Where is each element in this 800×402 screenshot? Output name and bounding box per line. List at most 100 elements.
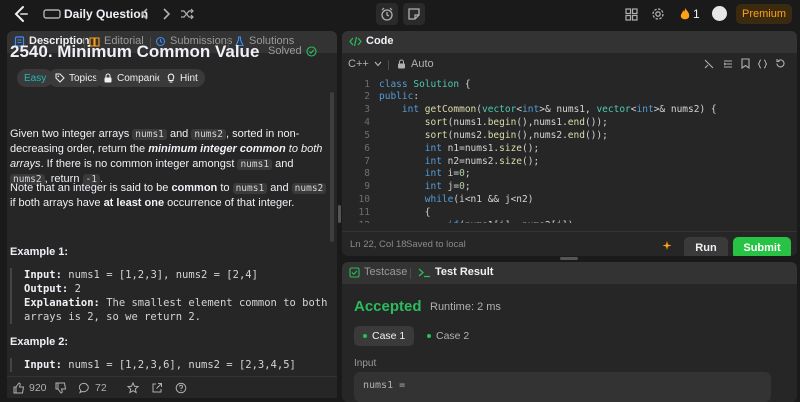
code-line-6: int n1=nums1.size(); (424, 143, 540, 154)
code-line-5: sort(nums2.begin(),nums2.end()); (424, 130, 608, 141)
hint-button[interactable]: Hint (159, 69, 205, 87)
case-1-label: Case 1 (372, 330, 406, 342)
input-label: Input (354, 358, 377, 369)
editor-toolbar: C++ Auto (342, 53, 797, 73)
comments-button[interactable]: 72 (79, 382, 107, 394)
code-brackets-icon (349, 36, 362, 46)
code-line-3: int getCommon(vector<int>& nums1, vector… (401, 104, 717, 115)
lightbulb-icon (167, 73, 175, 83)
user-avatar[interactable] (712, 6, 727, 21)
problem-title[interactable]: 2540. Minimum Common Value (10, 42, 259, 62)
case-1-tab[interactable]: Case 1 (354, 326, 415, 346)
input-value: nums1 = (363, 380, 406, 391)
code-line-11: { (379, 207, 431, 218)
streak-count: 1 (693, 7, 700, 21)
shuffle-icon[interactable] (178, 5, 196, 23)
input-value-box: nums1 = (354, 372, 771, 402)
code-line-12: if(nums1[i]==nums2[j]) (379, 220, 574, 223)
code-line-10: while(i<n1 && j<n2) (424, 194, 534, 205)
ai-assist-icon[interactable] (661, 240, 673, 255)
submit-button[interactable]: Submit (733, 237, 791, 256)
reset-icon[interactable] (775, 58, 786, 72)
checkbox-icon (349, 266, 360, 278)
tag-icon (55, 73, 65, 83)
layout-grid-icon[interactable] (622, 5, 640, 23)
share-button[interactable] (151, 382, 163, 394)
share-icon (152, 383, 162, 393)
braces-icon[interactable] (757, 58, 768, 72)
code-line-1: class Solution { (379, 79, 471, 90)
code-panel: Code C++ Auto 1 2 3 4 5 6 7 8 9 10 11 12… (342, 31, 797, 256)
pass-dot-icon (363, 334, 367, 338)
tab-test-result-label: Test Result (435, 266, 494, 278)
indent-icon[interactable] (723, 58, 733, 72)
language-select[interactable]: C++ (348, 58, 382, 70)
example-1-block: Input: nums1 = [1,2,3], nums2 = [2,4] Ou… (10, 268, 328, 324)
streak-fire-icon[interactable] (676, 5, 694, 23)
panel-resize-handle-vertical[interactable] (338, 205, 341, 223)
tab-code-label: Code (366, 35, 394, 47)
question-icon (175, 382, 187, 394)
solved-label: Solved (268, 45, 302, 57)
panel-resize-handle-horizontal[interactable] (560, 257, 578, 260)
comment-count: 72 (95, 382, 107, 394)
code-line-2: public: (379, 91, 420, 102)
run-button[interactable]: Run (684, 237, 728, 256)
code-tabbar: Code (342, 31, 797, 53)
code-line-9: int j=0; (424, 181, 471, 192)
lock-icon (398, 59, 405, 69)
comment-icon (79, 382, 89, 394)
notes-icon[interactable] (403, 3, 425, 25)
chevron-down-icon (374, 61, 382, 67)
code-line-7: int n2=nums2.size(); (424, 156, 540, 167)
problem-note: Note that an integer is said to be commo… (10, 181, 328, 211)
verdict-text: Accepted (354, 298, 422, 315)
help-button[interactable] (175, 382, 187, 394)
example-2-title: Example 2: (10, 336, 69, 348)
example-1-title: Example 1: (10, 246, 69, 258)
pass-dot-icon (427, 334, 431, 338)
star-icon (127, 382, 139, 394)
code-line-8: int i=0; (424, 168, 471, 179)
lock-icon (104, 73, 112, 83)
check-circle-icon (306, 45, 317, 57)
cursor-position: Ln 22, Col 18 (350, 239, 407, 250)
topics-label: Topics (69, 72, 98, 84)
leetcode-logo-icon[interactable] (12, 5, 30, 23)
code-line-4: sort(nums1.begin(),nums1.end()); (424, 117, 608, 128)
tab-test-result[interactable]: Test Result (418, 266, 493, 278)
solved-status: Solved (268, 45, 317, 57)
like-button[interactable]: 920 (13, 382, 47, 394)
language-label: C++ (348, 58, 369, 70)
mode-label: Auto (411, 58, 434, 70)
premium-button[interactable]: Premium (736, 4, 792, 24)
hint-label: Hint (180, 72, 198, 84)
case-2-label: Case 2 (436, 330, 470, 342)
terminal-icon (418, 268, 430, 277)
next-problem-icon[interactable] (157, 5, 175, 23)
prev-problem-icon[interactable] (136, 5, 154, 23)
thumbs-up-icon (13, 382, 25, 394)
case-2-tab[interactable]: Case 2 (418, 326, 478, 346)
format-icon[interactable] (704, 58, 714, 72)
example-2-block: Input: nums1 = [1,2,3,6], nums2 = [2,3,4… (10, 358, 328, 372)
result-panel: Testcase Test Result Accepted Runtime: 2… (342, 262, 797, 402)
thumbs-down-icon (55, 382, 67, 394)
code-editor[interactable]: 1 2 3 4 5 6 7 8 9 10 11 12 class Solutio… (342, 77, 797, 223)
timer-icon[interactable] (376, 3, 398, 25)
bookmark-icon[interactable] (741, 58, 750, 72)
dislike-button[interactable] (55, 382, 67, 394)
problem-statement: Given two integer arrays nums1 and nums2… (10, 128, 323, 185)
autocomplete-mode[interactable]: Auto (397, 58, 434, 70)
description-footer: 920 72 (7, 376, 337, 398)
save-status: Saved to local (406, 239, 466, 250)
tab-code[interactable]: Code (349, 35, 394, 47)
result-tabbar: Testcase Test Result (342, 262, 797, 284)
settings-gear-icon[interactable] (649, 5, 667, 23)
tab-testcase[interactable]: Testcase (349, 266, 407, 278)
like-count: 920 (29, 382, 47, 394)
favorite-button[interactable] (127, 382, 139, 394)
description-scrollbar[interactable] (330, 92, 334, 242)
tab-testcase-label: Testcase (364, 266, 408, 278)
problem-list-icon[interactable] (41, 6, 63, 22)
